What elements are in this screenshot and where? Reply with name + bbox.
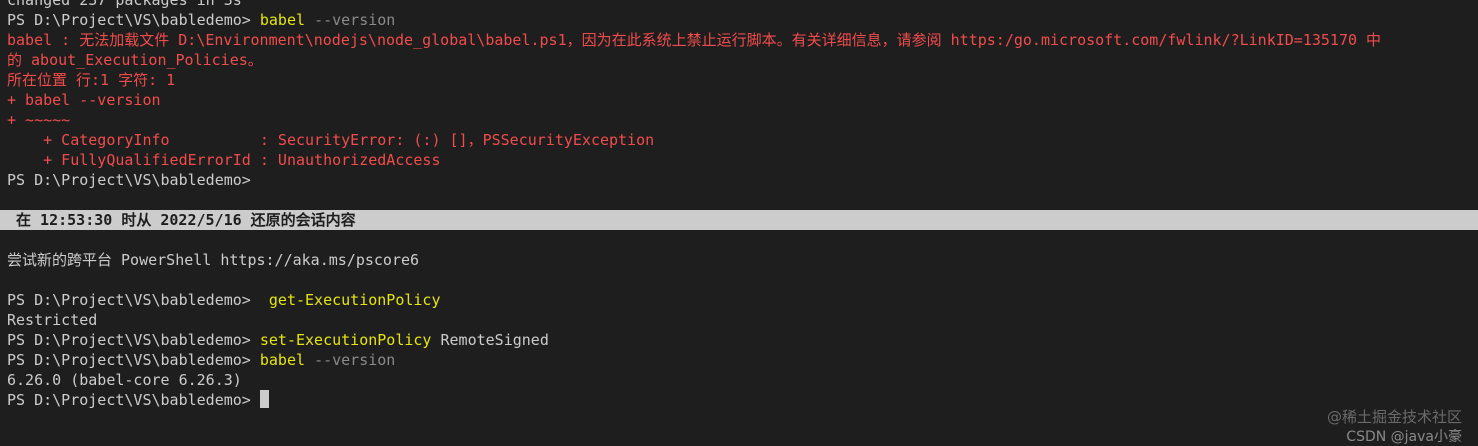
prompt: PS D:\Project\VS\babledemo>	[7, 291, 251, 309]
command-name: set-ExecutionPolicy	[259, 331, 432, 349]
command-line: PS D:\Project\VS\babledemo> set-Executio…	[7, 330, 1478, 350]
watermark-csdn: CSDN @java小豪	[1346, 429, 1462, 445]
output-line: 6.26.0 (babel-core 6.26.3)	[7, 371, 242, 389]
prompt: PS D:\Project\VS\babledemo>	[7, 331, 251, 349]
terminal-output[interactable]: changed 237 packages in 3s PS D:\Project…	[0, 0, 1478, 410]
prompt: PS D:\Project\VS\babledemo>	[7, 351, 251, 369]
command-arg: RemoteSigned	[440, 331, 549, 349]
error-line: + CategoryInfo : SecurityError: (:) []，P…	[7, 131, 655, 149]
command-line: PS D:\Project\VS\babledemo> babel --vers…	[7, 10, 1478, 30]
error-line: 所在位置 行:1 字符: 1	[7, 71, 176, 89]
active-prompt-line[interactable]: PS D:\Project\VS\babledemo>	[7, 390, 1478, 410]
prompt-line: PS D:\Project\VS\babledemo>	[7, 170, 1478, 190]
error-line: + ~~~~~	[7, 111, 71, 129]
command-arg: --version	[314, 351, 396, 369]
text-cursor[interactable]	[259, 390, 269, 408]
session-restore-banner: 在 12:53:30 时从 2022/5/16 还原的会话内容	[0, 210, 1478, 230]
prompt: PS D:\Project\VS\babledemo>	[7, 11, 251, 29]
output-line: 尝试新的跨平台 PowerShell https://aka.ms/pscore…	[7, 251, 420, 269]
command-line: PS D:\Project\VS\babledemo> babel --vers…	[7, 350, 1478, 370]
prompt: PS D:\Project\VS\babledemo>	[7, 391, 251, 409]
output-line: Restricted	[7, 311, 98, 329]
command-line: PS D:\Project\VS\babledemo> get-Executio…	[7, 290, 1478, 310]
error-line: + FullyQualifiedErrorId : UnauthorizedAc…	[7, 151, 441, 169]
command-name: babel	[259, 11, 306, 29]
command-name: get-ExecutionPolicy	[259, 291, 441, 309]
error-line: 的 about_Execution_Policies。	[7, 51, 263, 69]
command-name: babel	[259, 351, 306, 369]
watermark-juejin: @稀土掘金技术社区	[1326, 408, 1462, 426]
command-arg: --version	[314, 11, 396, 29]
error-line: + babel --version	[7, 91, 161, 109]
prompt: PS D:\Project\VS\babledemo>	[7, 171, 251, 189]
error-line: babel : 无法加载文件 D:\Environment\nodejs\nod…	[7, 31, 1382, 49]
output-line: changed 237 packages in 3s	[7, 0, 242, 9]
